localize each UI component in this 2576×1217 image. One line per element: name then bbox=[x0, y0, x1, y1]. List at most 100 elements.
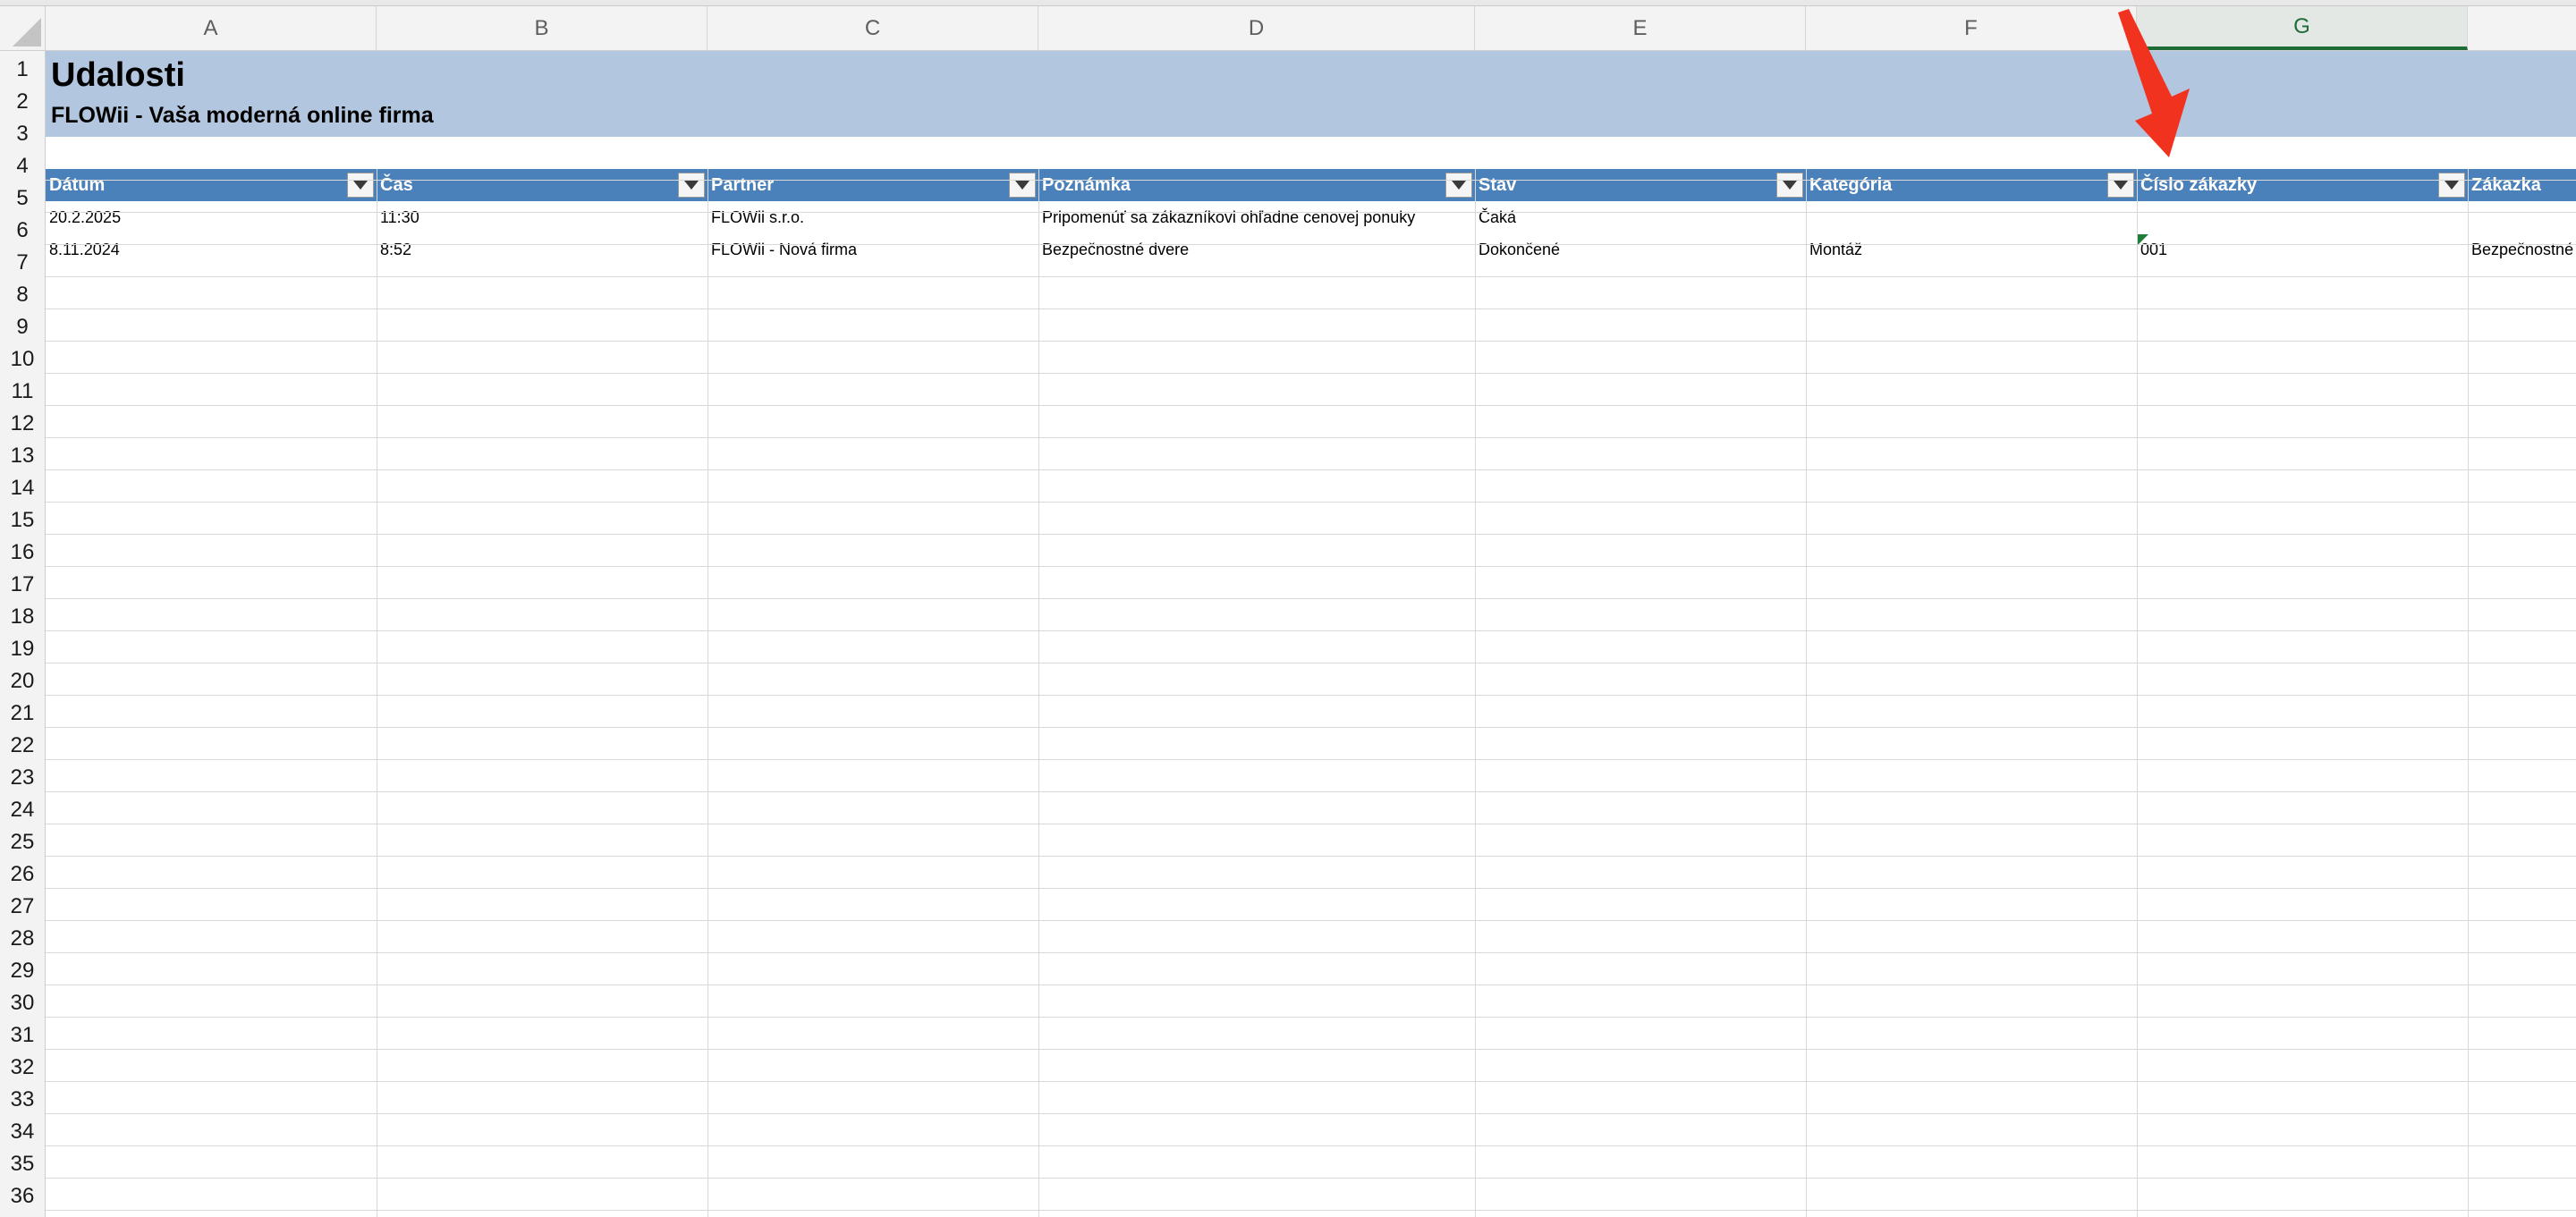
row-header-18[interactable]: 18 bbox=[0, 598, 45, 630]
header-cell-datum[interactable]: Dátum bbox=[46, 169, 377, 201]
cell-g6[interactable]: 001 bbox=[2137, 233, 2468, 266]
header-cell-zakazka[interactable]: Zákazka bbox=[2468, 169, 2576, 201]
column-header-g[interactable]: G bbox=[2137, 6, 2468, 50]
filter-dropdown-icon[interactable] bbox=[1776, 173, 1803, 198]
row-header-26[interactable]: 26 bbox=[0, 856, 45, 888]
row-gridline bbox=[46, 920, 2576, 921]
column-header-h[interactable] bbox=[2468, 6, 2576, 50]
filter-dropdown-icon[interactable] bbox=[2107, 173, 2134, 198]
cell-d6[interactable]: Bezpečnostné dvere bbox=[1038, 233, 1475, 266]
row-gridline bbox=[46, 759, 2576, 760]
column-header-f[interactable]: F bbox=[1806, 6, 2137, 50]
cell-a5[interactable]: 20.2.2025 bbox=[46, 201, 377, 233]
row-header-29[interactable]: 29 bbox=[0, 952, 45, 985]
row-header-11[interactable]: 11 bbox=[0, 373, 45, 405]
row-gridline bbox=[46, 437, 2576, 438]
header-cell-partner[interactable]: Partner bbox=[708, 169, 1038, 201]
row-header-7[interactable]: 7 bbox=[0, 244, 45, 276]
row-header-8[interactable]: 8 bbox=[0, 276, 45, 308]
sheet-subtitle[interactable]: FLOWii - Vaša moderná online firma bbox=[51, 103, 434, 129]
column-header-c[interactable]: C bbox=[708, 6, 1038, 50]
row-header-13[interactable]: 13 bbox=[0, 437, 45, 469]
row-header-21[interactable]: 21 bbox=[0, 695, 45, 727]
worksheet-grid[interactable]: Udalosti FLOWii - Vaša moderná online fi… bbox=[46, 51, 2576, 1217]
row-gridline bbox=[46, 598, 2576, 599]
cell-b6[interactable]: 8:52 bbox=[377, 233, 708, 266]
row-header-16[interactable]: 16 bbox=[0, 534, 45, 566]
row-header-14[interactable]: 14 bbox=[0, 469, 45, 502]
row-header-5[interactable]: 5 bbox=[0, 180, 45, 212]
cell-a6[interactable]: 8.11.2024 bbox=[46, 233, 377, 266]
header-cell-stav[interactable]: Stav bbox=[1475, 169, 1806, 201]
row-header-27[interactable]: 27 bbox=[0, 888, 45, 920]
row-header-12[interactable]: 12 bbox=[0, 405, 45, 437]
row-gridline bbox=[46, 888, 2576, 889]
column-gridline bbox=[1806, 169, 1807, 1217]
filter-dropdown-icon[interactable] bbox=[347, 173, 374, 198]
header-label: Kategória bbox=[1809, 174, 1893, 195]
row-header-23[interactable]: 23 bbox=[0, 759, 45, 791]
row-header-30[interactable]: 30 bbox=[0, 985, 45, 1017]
row-header-10[interactable]: 10 bbox=[0, 341, 45, 373]
row-header-34[interactable]: 34 bbox=[0, 1113, 45, 1145]
sheet-title[interactable]: Udalosti bbox=[51, 56, 185, 95]
row-gridline bbox=[46, 308, 2576, 309]
row-header-25[interactable]: 25 bbox=[0, 824, 45, 856]
row-gridline bbox=[46, 534, 2576, 535]
column-header-b[interactable]: B bbox=[377, 6, 708, 50]
cell-f5[interactable] bbox=[1806, 201, 2137, 233]
row-header-20[interactable]: 20 bbox=[0, 663, 45, 695]
column-gridline bbox=[2137, 169, 2138, 1217]
filter-dropdown-icon[interactable] bbox=[678, 173, 705, 198]
column-gridline bbox=[2468, 169, 2469, 1217]
row-header-3[interactable]: 3 bbox=[0, 115, 45, 148]
select-all-icon bbox=[13, 18, 41, 46]
header-cell-kategoria[interactable]: Kategória bbox=[1806, 169, 2137, 201]
filter-dropdown-icon[interactable] bbox=[1009, 173, 1036, 198]
cell-h5[interactable] bbox=[2468, 201, 2576, 233]
row-header-36[interactable]: 36 bbox=[0, 1178, 45, 1210]
header-label: Čas bbox=[380, 174, 413, 195]
row-header-6[interactable]: 6 bbox=[0, 212, 45, 244]
row-header-4[interactable]: 4 bbox=[0, 148, 45, 180]
row-header-17[interactable]: 17 bbox=[0, 566, 45, 598]
row-header-22[interactable]: 22 bbox=[0, 727, 45, 759]
select-all-corner[interactable] bbox=[0, 6, 46, 51]
filter-dropdown-icon[interactable] bbox=[1445, 173, 1472, 198]
row-header-1[interactable]: 1 bbox=[0, 51, 45, 83]
cell-f6[interactable]: Montáž bbox=[1806, 233, 2137, 266]
row-header-2[interactable]: 2 bbox=[0, 83, 45, 115]
row-gridline bbox=[46, 1049, 2576, 1050]
row-header-9[interactable]: 9 bbox=[0, 308, 45, 341]
filter-dropdown-icon[interactable] bbox=[2438, 173, 2465, 198]
column-header-d[interactable]: D bbox=[1038, 6, 1475, 50]
header-label: Zákazka bbox=[2471, 174, 2541, 195]
header-cell-cislo-zakazky[interactable]: Číslo zákazky bbox=[2137, 169, 2468, 201]
header-cell-cas[interactable]: Čas bbox=[377, 169, 708, 201]
cell-d5[interactable]: Pripomenúť sa zákazníkovi ohľadne cenove… bbox=[1038, 201, 1475, 233]
row-header-28[interactable]: 28 bbox=[0, 920, 45, 952]
row-header-35[interactable]: 35 bbox=[0, 1145, 45, 1178]
row-header-32[interactable]: 32 bbox=[0, 1049, 45, 1081]
row-gridline bbox=[46, 856, 2576, 857]
cell-e6[interactable]: Dokončené bbox=[1475, 233, 1806, 266]
cell-c6[interactable]: FLOWii - Nová firma bbox=[708, 233, 1038, 266]
header-cell-poznamka[interactable]: Poznámka bbox=[1038, 169, 1475, 201]
row-header-33[interactable]: 33 bbox=[0, 1081, 45, 1113]
row-header-31[interactable]: 31 bbox=[0, 1017, 45, 1049]
row-gridline bbox=[46, 1081, 2576, 1082]
column-header-e[interactable]: E bbox=[1475, 6, 1806, 50]
row-gridline bbox=[46, 566, 2576, 567]
cell-g5[interactable] bbox=[2137, 201, 2468, 233]
row-header-15[interactable]: 15 bbox=[0, 502, 45, 534]
cell-b5[interactable]: 11:30 bbox=[377, 201, 708, 233]
row-header-19[interactable]: 19 bbox=[0, 630, 45, 663]
header-label: Partner bbox=[711, 174, 775, 195]
row-gridline bbox=[46, 1113, 2576, 1114]
cell-h6[interactable]: Bezpečnostné d bbox=[2468, 233, 2576, 266]
row-header-24[interactable]: 24 bbox=[0, 791, 45, 824]
cell-e5[interactable]: Čaká bbox=[1475, 201, 1806, 233]
cell-c5[interactable]: FLOWii s.r.o. bbox=[708, 201, 1038, 233]
column-header-a[interactable]: A bbox=[46, 6, 377, 50]
row-gridline bbox=[46, 276, 2576, 277]
